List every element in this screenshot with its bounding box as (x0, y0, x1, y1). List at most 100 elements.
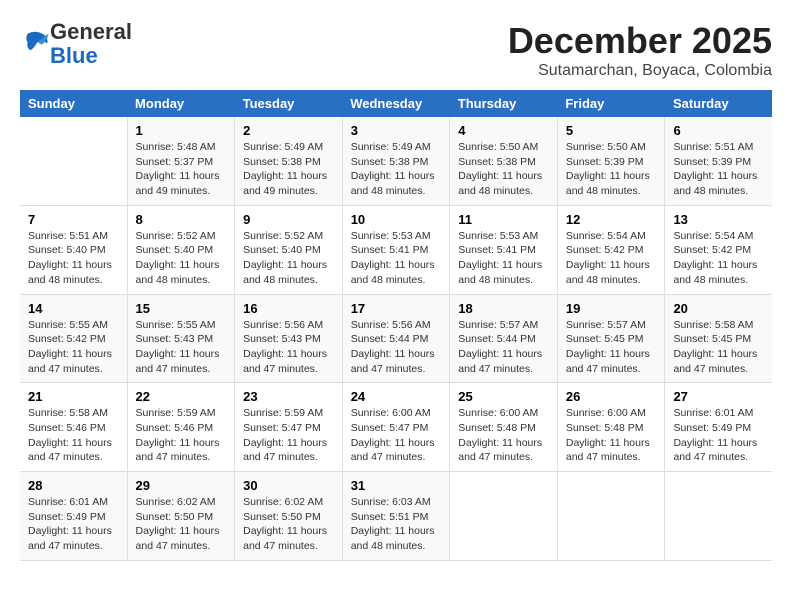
calendar-cell: 11 Sunrise: 5:53 AM Sunset: 5:41 PM Dayli… (450, 205, 558, 294)
calendar-cell: 27Sunrise: 6:01 AM Sunset: 5:49 PM Dayli… (665, 383, 772, 472)
day-info: Sunrise: 5:57 AM Sunset: 5:44 PM Dayligh… (458, 318, 549, 377)
calendar-cell: 16 Sunrise: 5:56 AM Sunset: 5:43 PM Dayli… (235, 294, 343, 383)
day-number: 1 (136, 123, 227, 138)
day-number: 17 (351, 301, 442, 316)
day-number: 15 (136, 301, 227, 316)
calendar-cell: 2 Sunrise: 5:49 AM Sunset: 5:38 PM Daylig… (235, 117, 343, 205)
day-info: Sunrise: 5:54 AM Sunset: 5:42 PM Dayligh… (673, 229, 764, 288)
day-info: Sunrise: 6:00 AM Sunset: 5:48 PM Dayligh… (458, 406, 549, 465)
col-friday: Friday (557, 90, 665, 117)
day-number: 2 (243, 123, 334, 138)
location-subtitle: Sutamarchan, Boyaca, Colombia (508, 62, 772, 80)
day-info: Sunrise: 5:58 AM Sunset: 5:46 PM Dayligh… (28, 406, 119, 465)
calendar-cell: 31 Sunrise: 6:03 AM Sunset: 5:51 PM Dayli… (342, 472, 450, 561)
day-number: 14 (28, 301, 119, 316)
day-number: 24 (351, 389, 442, 404)
calendar-cell: 30Sunrise: 6:02 AM Sunset: 5:50 PM Dayli… (235, 472, 343, 561)
day-number: 20 (673, 301, 764, 316)
calendar-cell: 24Sunrise: 6:00 AM Sunset: 5:47 PM Dayli… (342, 383, 450, 472)
logo-blue: Blue (50, 44, 132, 68)
calendar-cell: 5 Sunrise: 5:50 AM Sunset: 5:39 PM Daylig… (557, 117, 665, 205)
day-info: Sunrise: 5:55 AM Sunset: 5:42 PM Dayligh… (28, 318, 119, 377)
col-tuesday: Tuesday (235, 90, 343, 117)
day-number: 22 (136, 389, 227, 404)
page-header: General Blue December 2025 Sutamarchan, … (20, 20, 772, 80)
calendar-cell: 3 Sunrise: 5:49 AM Sunset: 5:38 PM Daylig… (342, 117, 450, 205)
day-info: Sunrise: 5:49 AM Sunset: 5:38 PM Dayligh… (243, 140, 334, 199)
day-number: 4 (458, 123, 549, 138)
day-info: Sunrise: 5:49 AM Sunset: 5:38 PM Dayligh… (351, 140, 442, 199)
col-wednesday: Wednesday (342, 90, 450, 117)
header-row: Sunday Monday Tuesday Wednesday Thursday… (20, 90, 772, 117)
day-info: Sunrise: 6:01 AM Sunset: 5:49 PM Dayligh… (28, 495, 119, 554)
col-thursday: Thursday (450, 90, 558, 117)
day-info: Sunrise: 5:58 AM Sunset: 5:45 PM Dayligh… (673, 318, 764, 377)
col-sunday: Sunday (20, 90, 127, 117)
day-number: 31 (351, 478, 442, 493)
calendar-cell: 8Sunrise: 5:52 AM Sunset: 5:40 PM Daylig… (127, 205, 235, 294)
calendar-cell: 14 Sunrise: 5:55 AM Sunset: 5:42 PM Dayli… (20, 294, 127, 383)
day-number: 7 (28, 212, 119, 227)
calendar-week-row: 14 Sunrise: 5:55 AM Sunset: 5:42 PM Dayli… (20, 294, 772, 383)
day-info: Sunrise: 6:01 AM Sunset: 5:49 PM Dayligh… (673, 406, 764, 465)
day-info: Sunrise: 6:00 AM Sunset: 5:48 PM Dayligh… (566, 406, 657, 465)
day-info: Sunrise: 5:50 AM Sunset: 5:39 PM Dayligh… (566, 140, 657, 199)
calendar-cell (450, 472, 558, 561)
day-info: Sunrise: 5:56 AM Sunset: 5:44 PM Dayligh… (351, 318, 442, 377)
day-info: Sunrise: 5:53 AM Sunset: 5:41 PM Dayligh… (351, 229, 442, 288)
calendar-cell: 28 Sunrise: 6:01 AM Sunset: 5:49 PM Dayli… (20, 472, 127, 561)
day-info: Sunrise: 5:59 AM Sunset: 5:47 PM Dayligh… (243, 406, 334, 465)
day-number: 19 (566, 301, 657, 316)
calendar-week-row: 1 Sunrise: 5:48 AM Sunset: 5:37 PM Daylig… (20, 117, 772, 205)
day-info: Sunrise: 5:50 AM Sunset: 5:38 PM Dayligh… (458, 140, 549, 199)
calendar-cell: 29Sunrise: 6:02 AM Sunset: 5:50 PM Dayli… (127, 472, 235, 561)
day-number: 12 (566, 212, 657, 227)
day-info: Sunrise: 5:53 AM Sunset: 5:41 PM Dayligh… (458, 229, 549, 288)
calendar-cell: 26Sunrise: 6:00 AM Sunset: 5:48 PM Dayli… (557, 383, 665, 472)
calendar-cell: 21 Sunrise: 5:58 AM Sunset: 5:46 PM Dayli… (20, 383, 127, 472)
day-number: 9 (243, 212, 334, 227)
logo: General Blue (20, 20, 132, 68)
title-block: December 2025 Sutamarchan, Boyaca, Colom… (508, 20, 772, 80)
calendar-cell: 17 Sunrise: 5:56 AM Sunset: 5:44 PM Dayli… (342, 294, 450, 383)
day-number: 21 (28, 389, 119, 404)
calendar-cell: 25Sunrise: 6:00 AM Sunset: 5:48 PM Dayli… (450, 383, 558, 472)
calendar-cell: 10 Sunrise: 5:53 AM Sunset: 5:41 PM Dayli… (342, 205, 450, 294)
day-info: Sunrise: 5:57 AM Sunset: 5:45 PM Dayligh… (566, 318, 657, 377)
day-number: 3 (351, 123, 442, 138)
day-number: 16 (243, 301, 334, 316)
logo-bird-icon (22, 28, 50, 56)
day-number: 11 (458, 212, 549, 227)
day-number: 6 (673, 123, 764, 138)
calendar-cell: 6Sunrise: 5:51 AM Sunset: 5:39 PM Daylig… (665, 117, 772, 205)
calendar-cell: 20 Sunrise: 5:58 AM Sunset: 5:45 PM Dayli… (665, 294, 772, 383)
calendar-cell: 22 Sunrise: 5:59 AM Sunset: 5:46 PM Dayli… (127, 383, 235, 472)
calendar-cell: 23Sunrise: 5:59 AM Sunset: 5:47 PM Dayli… (235, 383, 343, 472)
day-number: 5 (566, 123, 657, 138)
calendar-week-row: 21 Sunrise: 5:58 AM Sunset: 5:46 PM Dayli… (20, 383, 772, 472)
day-info: Sunrise: 5:54 AM Sunset: 5:42 PM Dayligh… (566, 229, 657, 288)
day-number: 18 (458, 301, 549, 316)
day-info: Sunrise: 5:59 AM Sunset: 5:46 PM Dayligh… (136, 406, 227, 465)
calendar-cell: 15 Sunrise: 5:55 AM Sunset: 5:43 PM Dayli… (127, 294, 235, 383)
day-info: Sunrise: 6:02 AM Sunset: 5:50 PM Dayligh… (136, 495, 227, 554)
calendar-cell: 18 Sunrise: 5:57 AM Sunset: 5:44 PM Dayli… (450, 294, 558, 383)
day-info: Sunrise: 6:03 AM Sunset: 5:51 PM Dayligh… (351, 495, 442, 554)
calendar-cell: 9Sunrise: 5:52 AM Sunset: 5:40 PM Daylig… (235, 205, 343, 294)
col-saturday: Saturday (665, 90, 772, 117)
calendar-cell (665, 472, 772, 561)
calendar-cell: 4 Sunrise: 5:50 AM Sunset: 5:38 PM Daylig… (450, 117, 558, 205)
day-info: Sunrise: 5:48 AM Sunset: 5:37 PM Dayligh… (136, 140, 227, 199)
calendar-cell: 12 Sunrise: 5:54 AM Sunset: 5:42 PM Dayli… (557, 205, 665, 294)
calendar-cell: 7 Sunrise: 5:51 AM Sunset: 5:40 PM Daylig… (20, 205, 127, 294)
day-info: Sunrise: 6:02 AM Sunset: 5:50 PM Dayligh… (243, 495, 334, 554)
day-number: 10 (351, 212, 442, 227)
calendar-week-row: 28 Sunrise: 6:01 AM Sunset: 5:49 PM Dayli… (20, 472, 772, 561)
calendar-cell (20, 117, 127, 205)
logo-general: General (50, 20, 132, 44)
day-info: Sunrise: 5:56 AM Sunset: 5:43 PM Dayligh… (243, 318, 334, 377)
day-info: Sunrise: 5:51 AM Sunset: 5:40 PM Dayligh… (28, 229, 119, 288)
day-info: Sunrise: 5:55 AM Sunset: 5:43 PM Dayligh… (136, 318, 227, 377)
day-number: 28 (28, 478, 119, 493)
day-info: Sunrise: 5:52 AM Sunset: 5:40 PM Dayligh… (136, 229, 227, 288)
